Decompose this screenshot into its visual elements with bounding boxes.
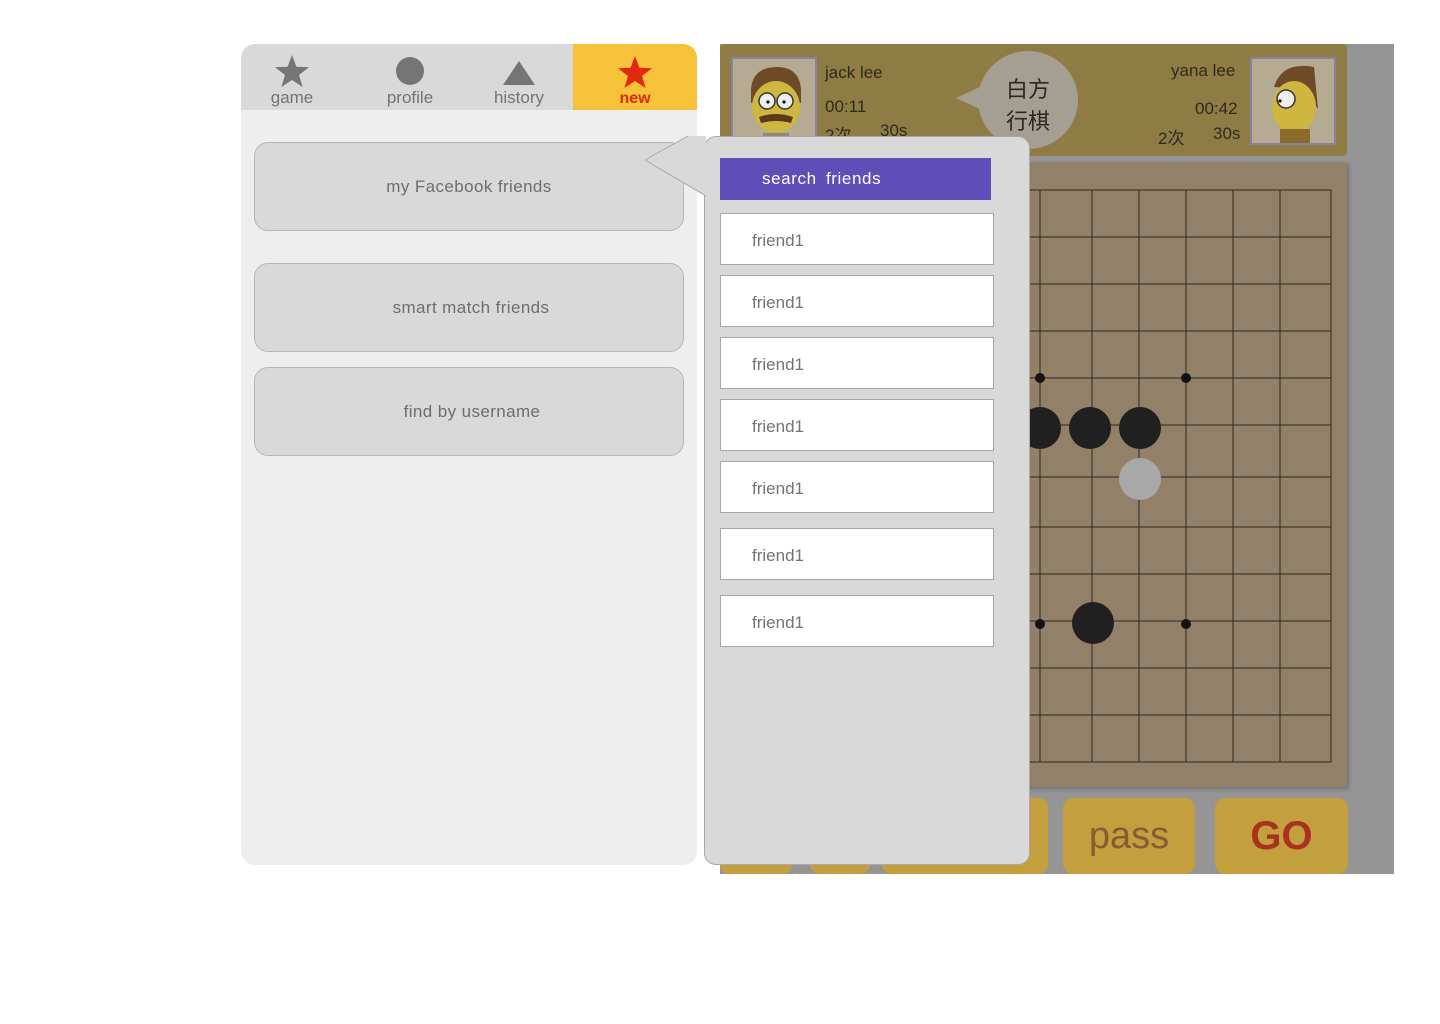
smart-match-friends-button[interactable]: smart match friends	[254, 263, 684, 352]
go-button[interactable]: GO	[1215, 798, 1348, 874]
player-right-seconds: 30s	[1213, 124, 1241, 143]
turn-bubble-line1: 白方	[1005, 77, 1050, 102]
tab-profile-label: profile	[386, 88, 434, 107]
black-stone	[1119, 407, 1161, 449]
friend-list-item[interactable]: friend1	[720, 528, 994, 580]
pass-button[interactable]: pass	[1063, 798, 1195, 874]
player-right-count: 2次	[1158, 129, 1185, 148]
tab-profile[interactable]: profile	[353, 44, 467, 110]
tab-history[interactable]: history	[467, 44, 571, 110]
search-friends-button[interactable]: search friends	[720, 158, 991, 200]
friend-list-item[interactable]: friend1	[720, 337, 994, 389]
find-by-username-button[interactable]: find by username	[254, 367, 684, 456]
tab-game-label: game	[270, 88, 314, 107]
popover-tail	[644, 136, 706, 196]
player-right-avatar	[1250, 57, 1336, 145]
black-stone	[1072, 602, 1114, 644]
black-stone	[1069, 407, 1111, 449]
friend-list-item[interactable]: friend1	[720, 595, 994, 647]
star-point	[1181, 619, 1191, 629]
tab-new-label: new	[619, 90, 651, 107]
friend-list-item[interactable]: friend1	[720, 399, 994, 451]
turn-bubble-line2: 行棋	[1005, 109, 1050, 134]
triangle-icon	[502, 60, 536, 91]
tab-history-label: history	[493, 88, 545, 107]
facebook-friends-button[interactable]: my Facebook friends	[254, 142, 684, 231]
player-right-time: 00:42	[1195, 99, 1238, 118]
star-point	[1181, 373, 1191, 383]
star-point	[1035, 619, 1045, 629]
star-icon	[617, 55, 653, 94]
tab-bar: game profile history new	[241, 44, 697, 110]
tab-new[interactable]: new	[573, 44, 697, 110]
player-right-name: yana lee	[1171, 61, 1236, 80]
tab-game[interactable]: game	[241, 44, 343, 110]
friend-list-item[interactable]: friend1	[720, 461, 994, 513]
player-left-avatar	[731, 57, 817, 145]
circle-icon	[395, 56, 425, 91]
side-panel: game profile history new my Facebook fri…	[241, 44, 697, 865]
player-left-name: jack lee	[825, 63, 883, 82]
friend-list-item[interactable]: friend1	[720, 213, 994, 265]
star-point	[1035, 373, 1045, 383]
player-left-time: 00:11	[825, 97, 867, 116]
white-stone	[1119, 458, 1161, 500]
friend-list-item[interactable]: friend1	[720, 275, 994, 327]
